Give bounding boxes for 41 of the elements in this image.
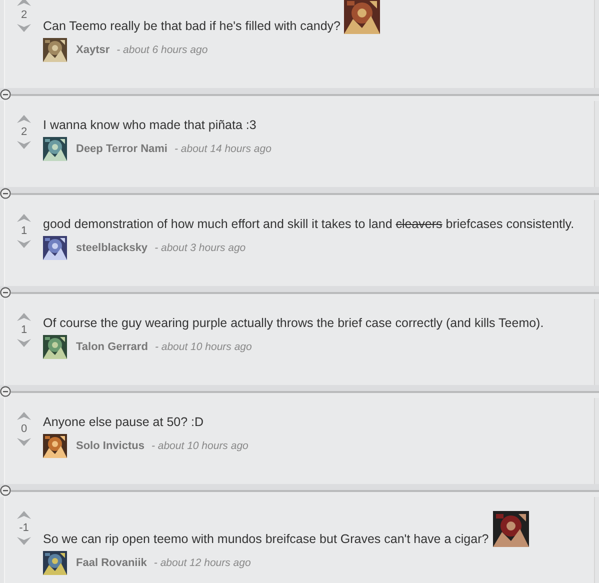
downvote-icon[interactable] — [17, 438, 31, 446]
downvote-icon[interactable] — [17, 339, 31, 347]
upvote-icon[interactable] — [17, 214, 31, 222]
upvote-icon[interactable] — [17, 0, 31, 6]
comment-time: - about 10 hours ago — [154, 341, 252, 353]
comment-text: good demonstration of how much effort and skill it takes to land cleavers briefcases consistently. — [43, 216, 574, 232]
author-name[interactable]: Faal Rovaniik — [76, 557, 147, 569]
downvote-icon[interactable] — [17, 240, 31, 248]
comment-time: - about 14 hours ago — [174, 143, 272, 155]
comment-text: I wanna know who made that piñata :3 — [43, 117, 256, 133]
upvote-icon[interactable] — [17, 313, 31, 321]
author-name[interactable]: Xaytsr — [76, 44, 110, 56]
author-name[interactable]: Solo Invictus — [76, 440, 144, 452]
comment-text: Can Teemo really be that bad if he's filled with candy? — [43, 18, 340, 34]
upvote-icon[interactable] — [17, 115, 31, 123]
upvote-icon[interactable] — [17, 511, 31, 519]
comment-text: Of course the guy wearing purple actually throws the brief case correctly (and kills Teemo). — [43, 315, 544, 331]
vote-score: 2 — [20, 9, 28, 21]
comment-time: - about 3 hours ago — [154, 242, 246, 254]
collapse-icon[interactable] — [0, 188, 11, 199]
upvote-icon[interactable] — [17, 412, 31, 420]
comment-time: - about 6 hours ago — [116, 44, 208, 56]
downvote-icon[interactable] — [17, 537, 31, 545]
vote-score: 2 — [20, 126, 28, 138]
vote-score: -1 — [19, 522, 29, 534]
vote-score: 1 — [20, 225, 28, 237]
comment-time: - about 12 hours ago — [154, 557, 251, 569]
comment-text: Anyone else pause at 50? :D — [43, 414, 204, 430]
vote-score: 1 — [20, 324, 28, 336]
collapse-icon[interactable] — [0, 485, 11, 496]
author-name[interactable]: Deep Terror Nami — [76, 143, 168, 155]
comment-time: - about 10 hours ago — [151, 440, 248, 452]
vote-score: 0 — [20, 423, 28, 435]
author-name[interactable]: Talon Gerrard — [76, 341, 148, 353]
downvote-icon[interactable] — [17, 24, 31, 32]
collapse-icon[interactable] — [0, 386, 11, 397]
downvote-icon[interactable] — [17, 141, 31, 149]
comment-text: So we can rip open teemo with mundos breifcase but Graves can't have a cigar? — [43, 531, 489, 547]
author-name[interactable]: steelblacksky — [76, 242, 148, 254]
collapse-icon[interactable] — [0, 89, 11, 100]
collapse-icon[interactable] — [0, 287, 11, 298]
